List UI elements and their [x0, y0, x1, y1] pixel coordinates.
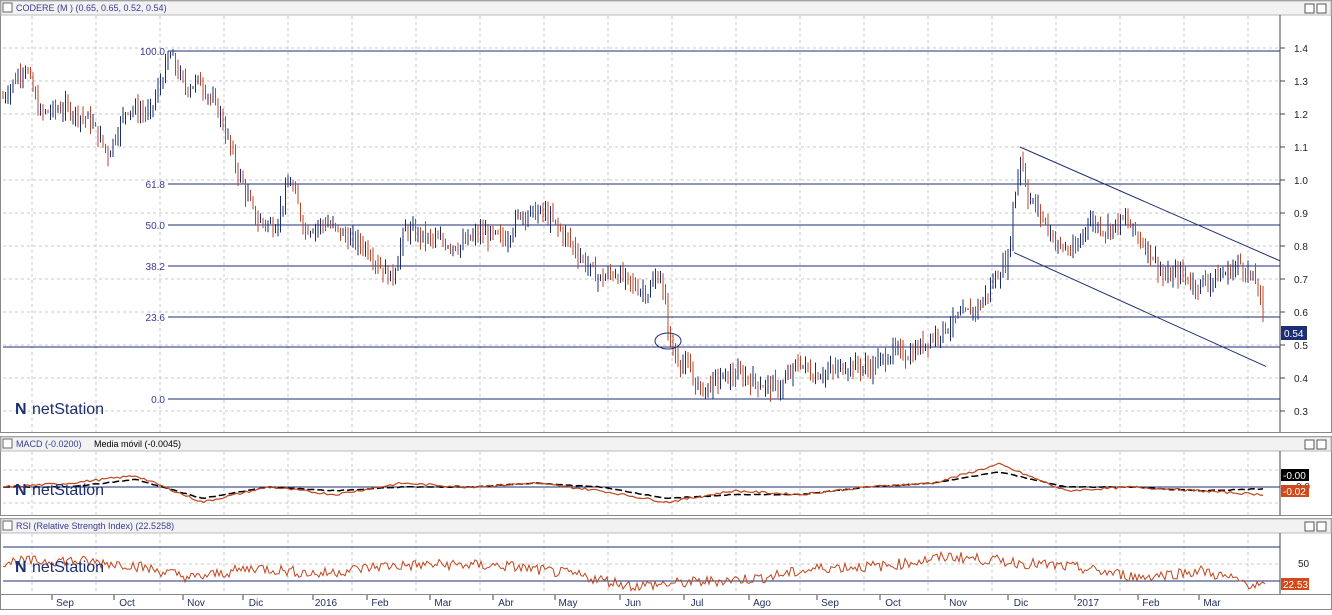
rsi-badge: 22.53: [1281, 578, 1309, 591]
close-icon[interactable]: [1316, 3, 1327, 14]
month-label: Mar: [1203, 598, 1221, 609]
close-icon[interactable]: [1316, 439, 1327, 450]
month-label: Mar: [434, 598, 452, 609]
stock-chart: CODERE (M ) (0.65, 0.65, 0.52, 0.54) 1.4…: [0, 0, 1332, 610]
month-label: Ago: [753, 598, 771, 609]
macd-value-badge: -0.02: [1281, 485, 1309, 498]
macd-value: -0.02: [1283, 487, 1306, 498]
rsi-value: 22.53: [1283, 580, 1308, 591]
fib-label: 61.8: [146, 180, 166, 191]
last-price-value: 0.54: [1284, 329, 1304, 340]
price-pane-title: CODERE (M ) (0.65, 0.65, 0.52, 0.54): [16, 3, 167, 13]
month-label: 2016: [315, 598, 338, 609]
y-tick-label: 0.6: [1294, 308, 1308, 319]
pane-menu-icon[interactable]: [2, 2, 13, 13]
y-tick-label: 1.1: [1294, 143, 1308, 154]
svg-text:N: N: [15, 482, 27, 499]
month-label: Dic: [249, 598, 263, 609]
macd-signal-title: Media móvil (-0.0045): [94, 439, 181, 449]
rsi-pane-title: RSI (Relative Strength Index) (22.5258): [16, 521, 174, 531]
price-pane-frame: [0, 0, 1332, 433]
month-label: Jun: [625, 598, 641, 609]
month-label: Jul: [691, 598, 704, 609]
fib-label: 23.6: [146, 313, 166, 324]
svg-text:N: N: [15, 401, 27, 418]
watermark-label: netStation: [32, 559, 104, 576]
minimize-icon[interactable]: [1304, 3, 1315, 14]
y-tick-label: 0.8: [1294, 242, 1308, 253]
rsi-title-bar: [0, 518, 1332, 534]
price-pane: CODERE (M ) (0.65, 0.65, 0.52, 0.54) 1.4…: [0, 0, 1332, 433]
svg-text:N: N: [15, 559, 27, 576]
month-label: Abr: [498, 598, 514, 609]
rsi-pane: RSI (Relative Strength Index) (22.5258) …: [0, 518, 1332, 595]
pane-menu-icon[interactable]: [2, 520, 13, 531]
y-tick-label: 1.0: [1294, 176, 1308, 187]
macd-pane-title: MACD (-0.0200): [16, 439, 82, 449]
y-tick-label: 0.7: [1294, 275, 1308, 286]
x-axis: Sep Oct Nov Dic 2016 Feb Mar Abr May Jun Jul Ago Sep…: [0, 594, 1332, 610]
month-label: Feb: [1142, 598, 1160, 609]
fib-label: 50.0: [146, 221, 166, 232]
month-label: Oct: [885, 598, 901, 609]
last-price-badge: 0.54: [1281, 326, 1307, 340]
watermark-label: netStation: [32, 401, 104, 418]
y-tick-label: 0.4: [1294, 374, 1308, 385]
pane-menu-icon[interactable]: [2, 438, 13, 449]
macd-pane: MACD (-0.0200) Media móvil (-0.0045) 0.0…: [0, 436, 1332, 516]
fib-label: 100.0: [140, 47, 165, 58]
macd-signal-value: -0.00: [1283, 471, 1306, 482]
month-label: Nov: [187, 598, 205, 609]
minimize-icon[interactable]: [1304, 521, 1315, 532]
month-label: Sep: [56, 598, 74, 609]
fib-label: 0.0: [151, 395, 165, 406]
month-label: Oct: [119, 598, 135, 609]
price-title-bar: [0, 0, 1332, 16]
y-tick-label: 1.3: [1294, 77, 1308, 88]
month-label: May: [559, 598, 578, 609]
y-tick-label: 1.4: [1294, 44, 1308, 55]
watermark-label: netStation: [32, 482, 104, 499]
minimize-icon[interactable]: [1304, 439, 1315, 450]
y-tick-label: 0.3: [1294, 407, 1308, 418]
y-tick-label: 1.2: [1294, 110, 1308, 121]
month-label: Sep: [821, 598, 839, 609]
month-label: Dic: [1014, 598, 1028, 609]
month-label: Feb: [371, 598, 389, 609]
month-label: 2017: [1077, 598, 1100, 609]
close-icon[interactable]: [1316, 521, 1327, 532]
month-label: Nov: [949, 598, 967, 609]
macd-signal-badge: -0.00: [1281, 469, 1309, 482]
y-tick-label: 0.9: [1294, 209, 1308, 220]
y-tick-label: 0.5: [1294, 341, 1308, 352]
rsi-tick: 50: [1298, 559, 1310, 570]
macd-title-bar: [0, 436, 1332, 452]
fib-label: 38.2: [146, 262, 166, 273]
